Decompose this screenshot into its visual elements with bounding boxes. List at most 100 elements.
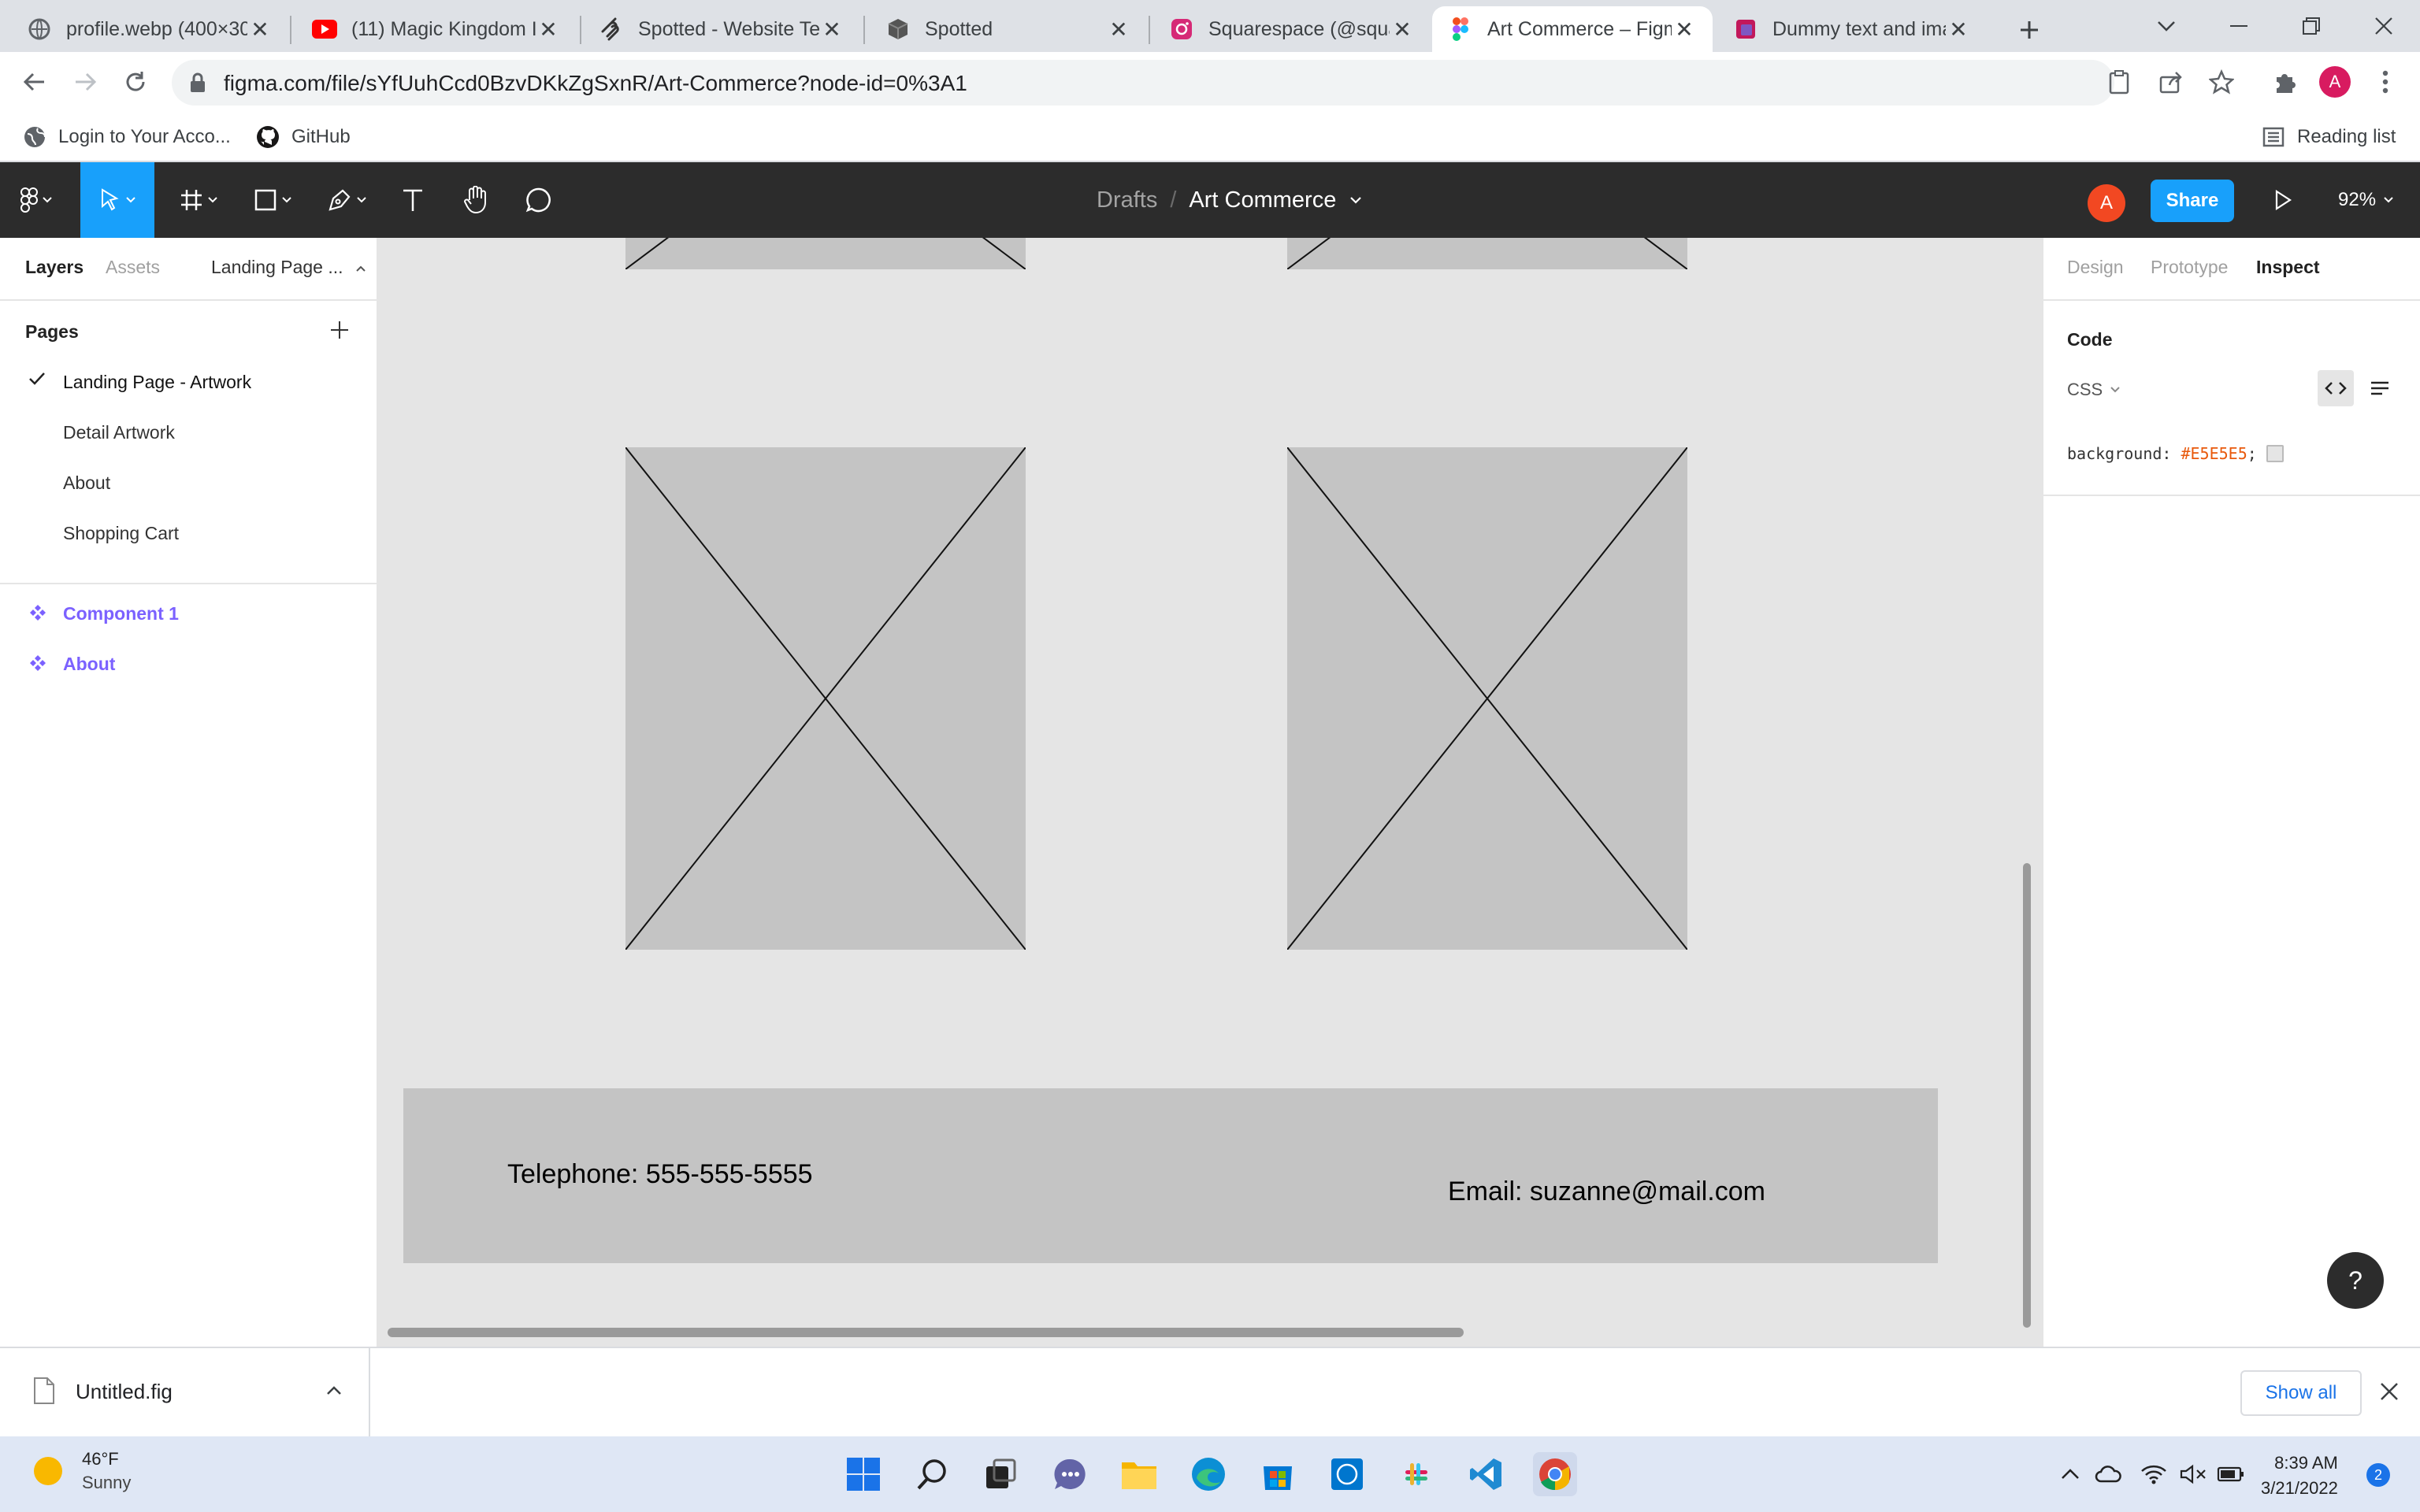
windows-start-icon[interactable] xyxy=(841,1452,885,1496)
tab-inspect[interactable]: Inspect xyxy=(2256,257,2320,278)
close-tab-icon[interactable]: ✕ xyxy=(1946,17,1971,42)
layer-about[interactable]: About xyxy=(63,654,115,675)
add-page-plus-icon[interactable] xyxy=(329,320,350,340)
image-placeholder-left[interactable] xyxy=(625,447,1026,950)
back-arrow-icon[interactable] xyxy=(16,63,54,101)
bookmark-login[interactable]: Login to Your Acco... xyxy=(22,121,231,153)
battery-icon[interactable] xyxy=(2212,1452,2250,1496)
tab-magic-kingdom[interactable]: (11) Magic Kingdom I ✕ xyxy=(296,6,577,52)
show-all-downloads-button[interactable]: Show all xyxy=(2240,1370,2362,1416)
page-item-landing[interactable]: Landing Page - Artwork xyxy=(63,372,251,393)
clipboard-icon[interactable] xyxy=(2108,69,2130,94)
page-footer[interactable]: Telephone: 555-555-5555 Email: suzanne@m… xyxy=(403,1088,1938,1263)
weather-widget[interactable]: 46°F Sunny xyxy=(32,1449,131,1493)
bookmark-star-icon[interactable] xyxy=(2209,69,2234,94)
horizontal-scrollbar[interactable] xyxy=(388,1328,1464,1337)
image-placeholder-top-right[interactable] xyxy=(1287,238,1687,269)
move-tool-button[interactable] xyxy=(80,162,154,238)
system-clock[interactable]: 8:39 AM 3/21/2022 xyxy=(2261,1451,2338,1501)
reload-icon[interactable] xyxy=(117,63,154,101)
page-item-detail[interactable]: Detail Artwork xyxy=(63,422,175,443)
vscode-icon[interactable] xyxy=(1464,1452,1508,1496)
image-placeholder-top-left[interactable] xyxy=(625,238,1026,269)
layer-component-1[interactable]: Component 1 xyxy=(63,603,179,624)
tab-squarespace-instagram[interactable]: Squarespace (@squar ✕ xyxy=(1153,6,1431,52)
zoom-menu[interactable]: 92% xyxy=(2338,162,2393,238)
tab-prototype[interactable]: Prototype xyxy=(2151,257,2228,278)
lock-icon[interactable] xyxy=(189,72,206,93)
code-view-toggle-icon[interactable] xyxy=(2318,370,2354,406)
close-tab-icon[interactable]: ✕ xyxy=(1390,17,1415,42)
chevron-up-icon[interactable] xyxy=(326,1386,342,1395)
list-view-toggle-icon[interactable] xyxy=(2362,370,2398,406)
pen-tool-button[interactable] xyxy=(318,162,375,238)
close-window-icon[interactable] xyxy=(2348,0,2420,52)
search-icon[interactable] xyxy=(911,1452,955,1496)
tab-assets[interactable]: Assets xyxy=(106,257,160,278)
tab-spotted[interactable]: Spotted ✕ xyxy=(870,6,1147,52)
url-text[interactable]: figma.com/file/sYfUuhCcd0BzvDKkZgSxnR/Ar… xyxy=(224,71,967,96)
page-item-cart[interactable]: Shopping Cart xyxy=(63,523,179,544)
tab-profile-webp[interactable]: profile.webp (400×30 ✕ xyxy=(11,6,288,52)
vertical-scrollbar[interactable] xyxy=(2023,863,2031,1328)
omnibox[interactable]: figma.com/file/sYfUuhCcd0BzvDKkZgSxnR/Ar… xyxy=(172,60,2234,106)
design-canvas[interactable]: Telephone: 555-555-5555 Email: suzanne@m… xyxy=(378,238,2042,1347)
code-language-dropdown[interactable]: CSS xyxy=(2067,380,2120,400)
comment-tool-button[interactable] xyxy=(517,162,561,238)
tab-search-chevron-icon[interactable] xyxy=(2130,0,2203,52)
tab-art-commerce-figma[interactable]: Art Commerce – Figm ✕ xyxy=(1432,6,1713,52)
file-name[interactable]: Art Commerce xyxy=(1189,187,1336,213)
wifi-icon[interactable] xyxy=(2135,1452,2173,1496)
dell-app-icon[interactable] xyxy=(1325,1452,1369,1496)
tab-spotted-template[interactable]: Spotted - Website Te ✕ xyxy=(583,6,860,52)
browser-menu-icon[interactable] xyxy=(2366,63,2404,101)
hand-tool-button[interactable] xyxy=(454,162,498,238)
close-tab-icon[interactable]: ✕ xyxy=(1672,17,1697,42)
figma-main-menu-button[interactable] xyxy=(8,162,65,238)
file-menu-chevron-icon[interactable] xyxy=(1350,196,1362,204)
volume-muted-icon[interactable] xyxy=(2174,1452,2212,1496)
share-button[interactable]: Share xyxy=(2151,180,2234,222)
shape-tool-button[interactable] xyxy=(244,162,301,238)
tab-dummy-text[interactable]: Dummy text and imag ✕ xyxy=(1717,6,1987,52)
forward-arrow-icon[interactable] xyxy=(66,63,104,101)
download-item[interactable]: Untitled.fig xyxy=(0,1348,370,1436)
tab-design[interactable]: Design xyxy=(2067,257,2124,278)
help-button[interactable]: ? xyxy=(2327,1252,2384,1309)
collaborator-avatar[interactable]: A xyxy=(2088,184,2125,222)
restore-window-icon[interactable] xyxy=(2275,0,2348,52)
share-page-icon[interactable] xyxy=(2158,69,2184,94)
footer-email[interactable]: Email: suzanne@mail.com xyxy=(1448,1177,1765,1207)
onedrive-cloud-icon[interactable] xyxy=(2089,1452,2127,1496)
slack-icon[interactable] xyxy=(1394,1452,1438,1496)
footer-telephone[interactable]: Telephone: 555-555-5555 xyxy=(507,1159,813,1190)
notification-badge[interactable]: 2 xyxy=(2366,1463,2390,1487)
page-item-about[interactable]: About xyxy=(63,472,110,494)
task-view-icon[interactable] xyxy=(978,1452,1023,1496)
close-tab-icon[interactable]: ✕ xyxy=(247,17,273,42)
present-play-button[interactable] xyxy=(2262,162,2303,238)
breadcrumb-drafts[interactable]: Drafts xyxy=(1097,187,1157,213)
edge-browser-icon[interactable] xyxy=(1186,1452,1230,1496)
frame-tool-button[interactable] xyxy=(170,162,227,238)
extensions-puzzle-icon[interactable] xyxy=(2266,63,2303,101)
close-tab-icon[interactable]: ✕ xyxy=(536,17,561,42)
close-tab-icon[interactable]: ✕ xyxy=(819,17,844,42)
chevron-up-icon[interactable] xyxy=(2051,1452,2089,1496)
minimize-window-icon[interactable] xyxy=(2203,0,2275,52)
microsoft-store-icon[interactable] xyxy=(1256,1452,1300,1496)
reading-list-button[interactable]: Reading list xyxy=(2261,121,2396,153)
chrome-icon[interactable] xyxy=(1533,1452,1577,1496)
bookmark-github[interactable]: GitHub xyxy=(255,121,351,153)
css-code-line[interactable]: background: #E5E5E5 ; xyxy=(2067,444,2284,463)
text-tool-button[interactable] xyxy=(391,162,435,238)
profile-avatar[interactable]: A xyxy=(2316,63,2354,101)
tab-layers[interactable]: Layers xyxy=(25,257,84,278)
teams-chat-icon[interactable] xyxy=(1048,1452,1092,1496)
file-explorer-icon[interactable] xyxy=(1117,1452,1161,1496)
page-selector-dropdown[interactable]: Landing Page ... xyxy=(211,257,366,278)
close-download-shelf-icon[interactable] xyxy=(2379,1381,2400,1402)
close-tab-icon[interactable]: ✕ xyxy=(1106,17,1131,42)
new-tab-plus-icon[interactable] xyxy=(2010,11,2048,49)
image-placeholder-right[interactable] xyxy=(1287,447,1687,950)
